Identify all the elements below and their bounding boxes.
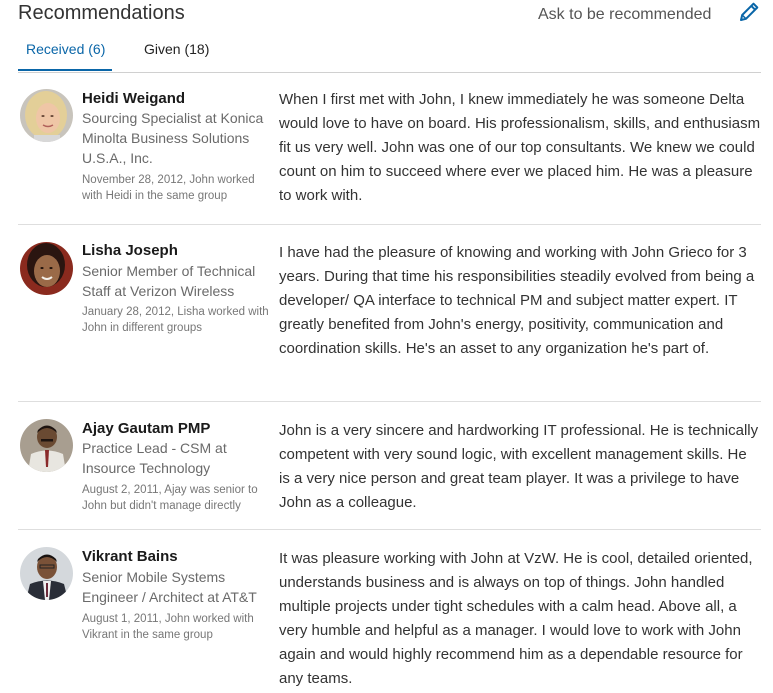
recommendations-header: Recommendations Ask to be recommended — [0, 0, 773, 32]
recommender-name[interactable]: Heidi Weigand — [82, 90, 185, 107]
recommendation-text: I have had the pleasure of knowing and w… — [279, 244, 755, 357]
recommendation-meta: November 28, 2012, John worked with Heid… — [82, 174, 255, 202]
recommendation-text: It was pleasure working with John at VzW… — [279, 550, 753, 687]
recommendation-meta: August 1, 2011, John worked with Vikrant… — [82, 613, 254, 641]
ask-to-be-recommended-link[interactable]: Ask to be recommended — [538, 6, 711, 24]
recommendation-item: Vikrant Bains Senior Mobile Systems Engi… — [18, 530, 761, 693]
tab-received[interactable]: Received (6) — [18, 41, 112, 71]
recommender-name[interactable]: Lisha Joseph — [82, 242, 178, 259]
recommendation-tabs: Received (6) Given (18) — [18, 36, 761, 73]
section-title: Recommendations — [18, 2, 185, 24]
recommendation-meta: August 2, 2011, Ajay was senior to John … — [82, 484, 258, 512]
recommendation-item: Ajay Gautam PMP Practice Lead - CSM at I… — [18, 402, 761, 530]
recommender-name[interactable]: Ajay Gautam PMP — [82, 420, 210, 437]
pencil-icon[interactable] — [737, 0, 761, 24]
recommender-headline: Senior Mobile Systems Engineer / Archite… — [82, 569, 257, 605]
recommendation-text: John is a very sincere and hardworking I… — [279, 422, 759, 511]
recommender-name[interactable]: Vikrant Bains — [82, 548, 178, 565]
avatar[interactable] — [20, 242, 73, 295]
recommendation-item: Heidi Weigand Sourcing Specialist at Kon… — [18, 73, 761, 225]
avatar[interactable] — [20, 89, 73, 142]
recommender-headline: Practice Lead - CSM at Insource Technolo… — [82, 440, 227, 476]
recommender-headline: Sourcing Specialist at Konica Minolta Bu… — [82, 110, 264, 166]
avatar[interactable] — [20, 547, 73, 600]
recommender-headline: Senior Member of Technical Staff at Veri… — [82, 263, 256, 299]
recommendation-text: When I first met with John, I knew immed… — [279, 91, 761, 204]
tab-given[interactable]: Given (18) — [144, 41, 209, 71]
recommendation-item: Lisha Joseph Senior Member of Technical … — [18, 225, 761, 402]
avatar[interactable] — [20, 419, 73, 472]
recommendation-meta: January 28, 2012, Lisha worked with John… — [82, 306, 269, 334]
